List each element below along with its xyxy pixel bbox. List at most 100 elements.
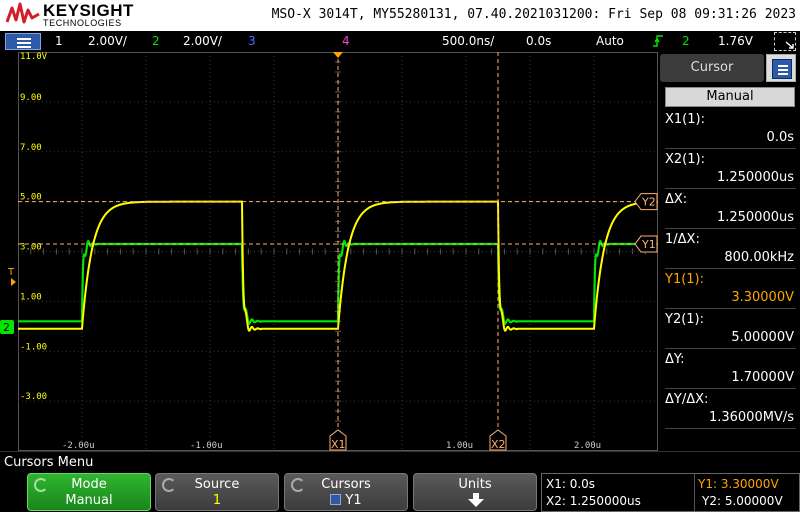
ch4-number[interactable]: 4 <box>342 34 350 48</box>
header-bar: KEYSIGHT TECHNOLOGIES MSO-X 3014T, MY552… <box>0 0 800 31</box>
menu-line <box>17 46 31 48</box>
voltage-label: -1.00 <box>20 342 47 352</box>
cursor-value: 5.00000V <box>731 330 794 345</box>
voltage-label: 11.0V <box>20 52 48 62</box>
cursor-value-label: ΔY: <box>665 352 685 367</box>
menu-line <box>17 42 31 44</box>
cursor-value-row: X1(1): 0.0s <box>665 110 796 149</box>
voltage-label: 9.00 <box>20 93 42 103</box>
cursor-value: 1.250000us <box>716 210 794 225</box>
cursor-value: 1.70000V <box>731 370 794 385</box>
menu-line <box>778 73 788 75</box>
device-info: MSO-X 3014T, MY55280131, 07.40.202103120… <box>271 7 796 22</box>
trigger-level-marker[interactable]: T <box>7 267 15 278</box>
ch1-number[interactable]: 1 <box>55 34 63 48</box>
mode-softkey[interactable]: Mode Manual <box>27 473 151 511</box>
voltage-label: 3.00 <box>20 243 42 253</box>
time-label: -2.00u <box>62 441 95 451</box>
units-softkey-label: Units <box>458 477 492 492</box>
waveform-display[interactable]: 11.0V 9.00 7.00 5.00 3.00 1.00 -1.00 -3.00 -2.0… <box>18 52 658 451</box>
ch1-scale[interactable]: 2.00V/ <box>88 34 127 48</box>
readout-x1: X1: 0.0s <box>546 477 596 491</box>
readout-x2: X2: 1.250000us <box>546 494 641 508</box>
zoom-arrow <box>785 41 794 49</box>
keysight-wave-icon <box>6 2 40 24</box>
voltage-label: 5.00 <box>20 193 42 203</box>
cursors-softkey-value: Y1 <box>345 493 362 508</box>
cursor-panel: Cursor Manual X1(1): 0.0s X2(1): 1.250000us… <box>660 52 800 451</box>
time-label: -1.00u <box>190 441 223 451</box>
x1-cursor-label: X1 <box>331 438 346 451</box>
cursor-value: 1.36000MV/s <box>708 410 794 425</box>
cursor-mode-field[interactable]: Manual <box>665 87 795 107</box>
menu-line <box>778 69 788 71</box>
mode-softkey-value: Manual <box>65 493 113 508</box>
readout-divider <box>694 474 695 511</box>
cursor-value: 0.0s <box>766 130 794 145</box>
cursors-softkey[interactable]: Cursors Y1 <box>284 473 408 511</box>
zoom-box-icon[interactable] <box>774 32 796 51</box>
menu-lines-icon <box>772 59 792 79</box>
time-label: 1.00u <box>446 441 473 451</box>
timebase[interactable]: 500.0ns/ <box>442 34 494 48</box>
readout-y1: Y1: 3.30000V <box>698 477 779 491</box>
y1-cursor-label: Y1 <box>641 238 656 251</box>
voltage-label: 7.00 <box>20 143 42 153</box>
cursor-value-label: ΔY/ΔX: <box>665 392 709 407</box>
voltage-labels: 11.0V 9.00 7.00 5.00 3.00 1.00 -1.00 -3.00 <box>20 52 48 402</box>
trigger-level[interactable]: 1.76V <box>718 34 753 48</box>
cursor-value: 800.00kHz <box>724 250 794 265</box>
cursors-softkey-label: Cursors <box>321 477 371 492</box>
time-label: 2.00u <box>574 441 601 451</box>
units-softkey[interactable]: Units <box>413 473 537 511</box>
cursor-value: 1.250000us <box>716 170 794 185</box>
down-arrow-icon <box>468 493 484 507</box>
cursor-value-row: ΔY/ΔX: 1.36000MV/s <box>665 390 796 429</box>
cursor-value-row: 1/ΔX: 800.00kHz <box>665 230 796 269</box>
time-delay[interactable]: 0.0s <box>526 34 551 48</box>
ch2-scale[interactable]: 2.00V/ <box>183 34 222 48</box>
main-menu-button[interactable] <box>5 33 41 50</box>
trigger-edge-icon <box>653 35 663 47</box>
brand-subtitle: TECHNOLOGIES <box>43 18 122 28</box>
marker-svg: T 2 <box>0 267 16 334</box>
ch3-number[interactable]: 3 <box>248 34 256 48</box>
status-bar: 1 2.00V/ 2 2.00V/ 3 4 500.0ns/ 0.0s Auto… <box>0 31 800 52</box>
x2-cursor-label: X2 <box>491 438 506 451</box>
panel-menu-button[interactable] <box>766 54 796 82</box>
cursors-softkey-value-row: Y1 <box>285 493 407 508</box>
cursor-value-label: ΔX: <box>665 192 688 207</box>
cursor-value-row: ΔY: 1.70000V <box>665 350 796 389</box>
ch2-ground-label: 2 <box>3 321 10 334</box>
cursor-value-row: ΔX: 1.250000us <box>665 190 796 229</box>
trigger-source[interactable]: 2 <box>682 34 690 48</box>
voltage-label: -3.00 <box>20 392 47 402</box>
channel-marker-strip: T 2 <box>0 52 18 451</box>
y2-cursor-label: Y2 <box>641 196 656 209</box>
menu-title: Cursors Menu <box>0 451 800 472</box>
source-softkey-value: 1 <box>212 493 222 508</box>
panel-title[interactable]: Cursor <box>660 54 764 82</box>
trigger-mode[interactable]: Auto <box>596 34 624 48</box>
mode-softkey-label: Mode <box>71 477 107 492</box>
cursor-value: 3.30000V <box>731 290 794 305</box>
cursor-readout: X1: 0.0s X2: 1.250000us Y1: 3.30000V Y2:… <box>541 473 800 512</box>
cursor-value-row: X2(1): 1.250000us <box>665 150 796 189</box>
trigger-position-icon <box>333 52 343 58</box>
ch2-number[interactable]: 2 <box>152 34 160 48</box>
cursor-value-label: X2(1): <box>665 152 705 167</box>
cursor-value-label: Y2(1): <box>665 312 705 327</box>
cursor-value-label: 1/ΔX: <box>665 232 700 247</box>
cursor-value-row: Y2(1): 5.00000V <box>665 310 796 349</box>
cursor-value-row: Y1(1): 3.30000V <box>665 270 796 309</box>
cursor-select-box <box>330 494 342 505</box>
source-softkey-label: Source <box>194 477 240 492</box>
cursor-value-label: Y1(1): <box>665 272 705 287</box>
menu-lines-icon <box>17 38 31 40</box>
readout-y2: Y2: 5.00000V <box>702 494 783 508</box>
voltage-label: 1.00 <box>20 292 42 302</box>
source-softkey[interactable]: Source 1 <box>155 473 279 511</box>
cursor-value-label: X1(1): <box>665 112 705 127</box>
menu-line <box>778 65 788 67</box>
trigger-arrow-icon <box>11 278 16 286</box>
